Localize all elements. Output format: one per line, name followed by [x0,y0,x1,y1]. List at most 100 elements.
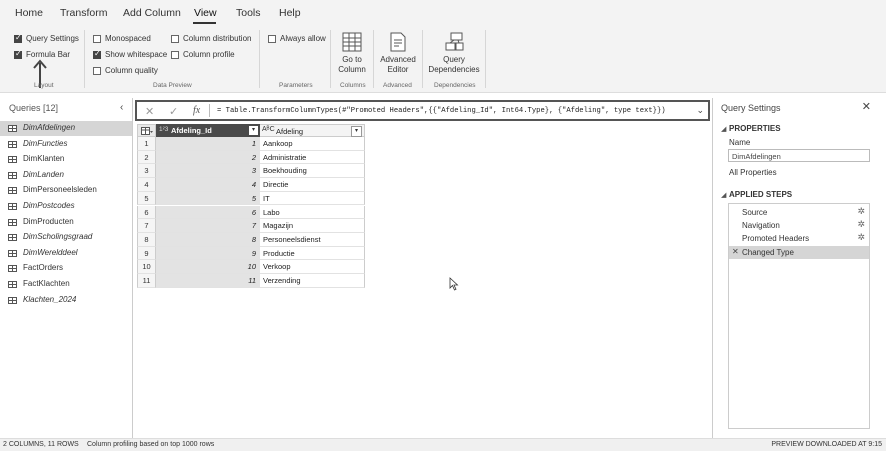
query-item[interactable]: DimWerelddeel [0,246,132,261]
commit-formula-icon[interactable]: ✓ [169,105,178,118]
monospaced-checkbox[interactable] [93,35,101,43]
cell-afdeling-id[interactable]: 7 [156,219,260,233]
cell-afdeling[interactable]: Aankoop [260,137,365,151]
profiling-scope-label[interactable]: Column profiling based on top 1000 rows [87,441,214,448]
cell-afdeling-id[interactable]: 5 [156,191,260,206]
cell-afdeling[interactable]: Boekhouding [260,164,365,179]
filter-dropdown-icon[interactable]: ▾ [351,126,362,137]
cell-afdeling-id[interactable]: 10 [156,260,260,274]
collapse-arrow-icon[interactable]: ◢ [721,191,726,199]
cell-afdeling[interactable]: Labo [260,205,365,220]
filter-dropdown-icon[interactable]: ▾ [249,126,258,135]
column-header-afdeling[interactable]: AᴮC Afdeling ▾ [260,124,365,137]
query-item[interactable]: FactOrders [0,261,132,276]
cell-afdeling-id[interactable]: 2 [156,150,260,165]
applied-step[interactable]: Promoted Headers ✲ [729,232,869,245]
cell-afdeling[interactable]: Verzending [260,274,365,288]
cell-afdeling[interactable]: Magazijn [260,219,365,233]
go-to-column-button[interactable]: Go to Column [334,30,370,80]
always-allow-checkbox[interactable] [268,35,276,43]
query-item[interactable]: DimKlanten [0,152,132,167]
table-menu-button[interactable] [137,124,156,137]
cell-afdeling-id[interactable]: 1 [156,137,260,151]
advanced-editor-label-line2: Editor [387,65,409,74]
formula-bar-checkbox[interactable] [14,49,22,59]
row-number[interactable]: 5 [137,191,156,206]
column-header-label: Afdeling_Id [171,126,212,135]
cell-afdeling-id[interactable]: 9 [156,246,260,261]
cancel-formula-icon[interactable]: ✕ [145,105,154,118]
expand-formula-icon[interactable]: ⌄ [696,105,704,116]
cell-afdeling-id[interactable]: 4 [156,178,260,192]
text-type-icon[interactable]: AᴮC [262,126,275,133]
ribbon-divider [330,30,331,88]
table-icon [8,203,17,210]
row-number[interactable]: 7 [137,219,156,233]
formula-bar: ✕ ✓ fx = Table.TransformColumnTypes(#"Pr… [135,100,710,121]
query-name-input[interactable]: DimAfdelingen [728,149,870,162]
collapse-pane-icon[interactable]: ‹ [120,102,123,113]
mouse-cursor-icon [449,277,459,291]
column-profile-checkbox[interactable] [171,51,179,59]
show-whitespace-checkbox[interactable] [93,49,101,59]
query-settings-checkbox[interactable] [14,33,22,43]
table-icon [8,171,17,179]
tab-help[interactable]: Help [279,7,301,19]
query-item[interactable]: Klachten_2024 [0,293,132,308]
collapse-arrow-icon[interactable]: ◢ [721,125,726,133]
cell-afdeling-id[interactable]: 3 [156,164,260,179]
row-number[interactable]: 10 [137,260,156,274]
ribbon-divider [259,30,260,88]
delete-step-icon[interactable]: ✕ [732,247,739,256]
cell-afdeling[interactable]: IT [260,191,365,206]
cell-afdeling-id[interactable]: 6 [156,205,260,220]
cell-afdeling[interactable]: Administratie [260,150,365,165]
fx-icon[interactable]: fx [193,105,200,116]
tab-add-column[interactable]: Add Column [123,7,181,19]
query-item-label: DimProducten [23,216,74,226]
close-pane-icon[interactable]: ✕ [862,100,871,113]
cell-afdeling[interactable]: Productie [260,246,365,261]
step-settings-gear-icon[interactable]: ✲ [857,232,865,243]
query-item[interactable]: DimScholingsgraad [0,230,132,245]
table-icon [8,125,17,132]
column-quality-checkbox[interactable] [93,67,101,75]
row-number[interactable]: 4 [137,178,156,192]
column-distribution-checkbox[interactable] [171,35,179,43]
step-settings-gear-icon[interactable]: ✲ [857,219,865,230]
query-item[interactable]: FactKlachten [0,277,132,292]
applied-step[interactable]: ✕ Changed Type [729,245,869,259]
column-header-afdeling-id[interactable]: 1²3 Afdeling_Id ▾ [156,124,260,137]
applied-step[interactable]: Source ✲ [729,206,869,219]
query-dependencies-button[interactable]: Query Dependencies [427,30,481,80]
tab-tools[interactable]: Tools [236,7,261,19]
cell-afdeling-id[interactable]: 11 [156,274,260,288]
row-number[interactable]: 1 [137,137,156,151]
tab-view[interactable]: View [194,7,217,19]
row-number[interactable]: 2 [137,150,156,165]
row-number[interactable]: 11 [137,274,156,288]
query-item[interactable]: DimFuncties [0,137,132,152]
query-item[interactable]: DimPersoneelsleden [0,183,132,198]
tab-home[interactable]: Home [15,7,43,19]
row-number[interactable]: 9 [137,246,156,261]
query-item[interactable]: DimAfdelingen [0,121,132,136]
applied-step[interactable]: Navigation ✲ [729,219,869,232]
tab-transform[interactable]: Transform [60,7,107,19]
query-item[interactable]: DimPostcodes [0,199,132,214]
query-item[interactable]: DimProducten [0,215,132,230]
row-number[interactable]: 3 [137,164,156,179]
row-number[interactable]: 6 [137,205,156,220]
cell-afdeling[interactable]: Personeelsdienst [260,232,365,247]
cell-afdeling[interactable]: Directie [260,178,365,192]
step-settings-gear-icon[interactable]: ✲ [857,206,865,217]
query-item[interactable]: DimLanden [0,168,132,183]
row-column-count: 2 COLUMNS, 11 ROWS [3,441,79,448]
cell-afdeling[interactable]: Verkoop [260,260,365,274]
whole-number-type-icon[interactable]: 1²3 [159,126,168,133]
all-properties-link[interactable]: All Properties [729,168,777,177]
row-number[interactable]: 8 [137,232,156,247]
formula-input[interactable]: = Table.TransformColumnTypes(#"Promoted … [217,107,666,115]
cell-afdeling-id[interactable]: 8 [156,232,260,247]
advanced-editor-button[interactable]: Advanced Editor [377,30,419,80]
